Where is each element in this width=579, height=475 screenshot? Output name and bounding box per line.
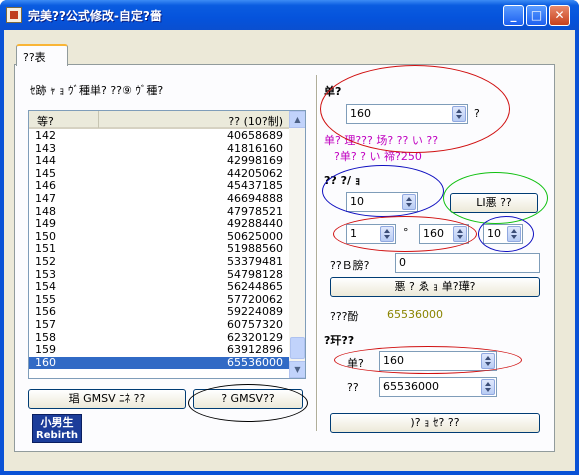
scroll-down-icon[interactable]: ▼: [289, 361, 305, 378]
min-level-input[interactable]: 1: [346, 224, 396, 244]
table-row[interactable]: 142 40658689: [29, 129, 289, 143]
exp-cell: 65536000: [227, 355, 283, 369]
single-level-label: 单?: [324, 85, 342, 98]
level-cell: 142: [35, 129, 56, 142]
max-level-input[interactable]: 160: [419, 224, 469, 244]
range-separator: °: [403, 226, 409, 239]
step-input[interactable]: 10: [483, 224, 523, 244]
spinner-icon[interactable]: [380, 226, 394, 242]
max-level-value: 160: [423, 227, 444, 240]
max-exp-label: ???酚: [330, 310, 359, 323]
logo-text-bottom: Rebirth: [36, 430, 78, 441]
panel-divider: [316, 75, 318, 431]
exp-label: ??Ｂ膀?: [330, 259, 370, 272]
level-cell: 159: [35, 343, 56, 357]
table-row[interactable]: 154 56244865: [29, 281, 289, 294]
table-row[interactable]: 160 65536000: [29, 355, 289, 370]
title-bar[interactable]: 完美??公式修改-自定?嗇 _ □ ✕: [0, 0, 579, 30]
list-rows: 142 40658689 143 41816160 144 42998169 145 4420…: [29, 129, 289, 370]
level-cell: 144: [35, 154, 56, 168]
exp-cell: 63912896: [227, 343, 283, 357]
exp-cell: 49288440: [227, 217, 283, 231]
level-cell: 160: [35, 355, 56, 369]
window-title: 完美??公式修改-自定?嗇: [28, 9, 162, 23]
formula-apply-button[interactable]: LI悪 ??: [450, 193, 538, 213]
scroll-thumb[interactable]: [290, 337, 305, 359]
query-level-input[interactable]: 160: [379, 351, 497, 371]
logo-text-top: 小男生: [40, 416, 74, 429]
single-level-input[interactable]: 160: [346, 104, 468, 124]
table-row[interactable]: 144 42998169: [29, 155, 289, 168]
exp-cell: 60757320: [227, 317, 283, 331]
level-cell: 157: [35, 317, 56, 331]
query-label: ?玕??: [324, 334, 355, 347]
query-exp-label: ??: [347, 381, 359, 394]
max-exp-value: 65536000: [387, 308, 443, 321]
exp-cell: 42998169: [227, 154, 283, 168]
maximize-button[interactable]: □: [526, 5, 547, 26]
level-cell: 147: [35, 191, 56, 205]
single-level-value: 160: [350, 107, 371, 120]
formula-label: ?? ?/ ｮ: [324, 174, 361, 187]
exp-cell: 56244865: [227, 280, 283, 294]
gmsv-right-button[interactable]: ? GMSV??: [193, 389, 303, 409]
column-header-exp[interactable]: ?? (10?制): [99, 111, 289, 128]
spinner-icon[interactable]: [507, 226, 521, 242]
spinner-icon[interactable]: [452, 106, 466, 122]
table-row[interactable]: 147 46694888: [29, 191, 289, 206]
vertical-scrollbar[interactable]: ▲ ▼: [289, 111, 305, 378]
gmsv-left-button[interactable]: 琩 GMSV ﾆﾈ ??: [28, 389, 186, 409]
min-level-value: 1: [350, 227, 357, 240]
level-cell: 154: [35, 280, 56, 294]
single-level-suffix: ?: [474, 107, 480, 120]
app-icon: [6, 7, 22, 23]
step-value: 10: [487, 227, 501, 240]
exp-cell: 46694888: [227, 191, 283, 205]
formula-value: 10: [350, 195, 364, 208]
minimize-button[interactable]: _: [503, 5, 524, 26]
close-button[interactable]: ✕: [549, 5, 570, 26]
bottom-action-button[interactable]: )? ｮ ｾ? ??: [330, 413, 540, 433]
exp-cell: 53379481: [227, 254, 283, 268]
list-caption: ｾ跡 ｬ ｮ ｳﾞ種単? ??⑨ ｳﾞ種?: [30, 84, 164, 97]
level-cell: 152: [35, 254, 56, 268]
spinner-icon[interactable]: [481, 379, 495, 395]
column-header-level[interactable]: 等?: [29, 111, 99, 128]
query-level-value: 160: [383, 354, 404, 367]
exp-input[interactable]: 0: [395, 253, 540, 273]
level-cell: 149: [35, 217, 56, 231]
table-row[interactable]: 152 53379481: [29, 254, 289, 269]
scroll-up-icon[interactable]: ▲: [289, 111, 305, 128]
spinner-icon[interactable]: [481, 353, 495, 369]
table-row[interactable]: 157 60757320: [29, 317, 289, 332]
hint-line-1: 单? 理??? 场? ?? い ??: [324, 134, 439, 147]
table-row[interactable]: 149 49288440: [29, 218, 289, 231]
hint-line-2: ?单? ? い 禘?250: [334, 150, 422, 163]
calculate-button[interactable]: 悪 ? ゑ ｮ 单?璍?: [330, 277, 540, 297]
tab-table[interactable]: ??表: [16, 44, 68, 66]
list-header: 等? ?? (10?制): [29, 111, 289, 129]
spinner-icon[interactable]: [453, 226, 467, 242]
level-exp-list[interactable]: 等? ?? (10?制) 142 40658689 143 41816160 144 42…: [28, 110, 306, 379]
query-exp-value: 65536000: [383, 380, 439, 393]
query-exp-input[interactable]: 65536000: [379, 377, 497, 397]
exp-cell: 40658689: [227, 129, 283, 142]
formula-input[interactable]: 10: [346, 192, 418, 212]
brand-logo: 小男生 Rebirth: [32, 414, 82, 443]
spinner-icon[interactable]: [402, 194, 416, 210]
table-row[interactable]: 159 63912896: [29, 343, 289, 357]
query-level-label: 单?: [347, 357, 364, 370]
